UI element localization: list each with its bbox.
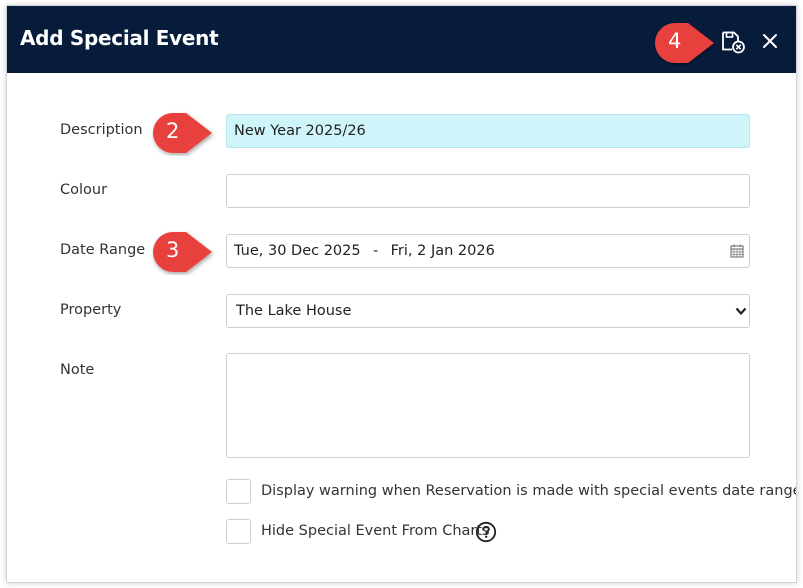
callout-marker-icon: [655, 23, 714, 63]
date-range-input[interactable]: Tue, 30 Dec 2025- Fri, 2 Jan 2026: [226, 234, 750, 268]
dialog-title: Add Special Event: [20, 26, 219, 50]
property-select[interactable]: The Lake House: [226, 294, 750, 328]
callout-3: 3: [148, 229, 216, 280]
property-label: Property: [60, 302, 122, 318]
display-warning-label: Display warning when Reservation is made…: [261, 483, 797, 499]
hide-from-charts-checkbox[interactable]: [226, 519, 251, 544]
add-special-event-dialog: Add Special Event Description Colour Dat…: [6, 5, 797, 583]
callout-marker-icon: [153, 113, 212, 153]
colour-input[interactable]: [226, 174, 750, 208]
callout-2-number: 2: [166, 119, 180, 143]
hide-from-charts-label: Hide Special Event From Charts: [261, 523, 490, 539]
callout-4: 4: [650, 20, 718, 71]
question-circle-icon[interactable]: [475, 521, 497, 543]
close-button[interactable]: [758, 28, 782, 54]
note-textarea[interactable]: [226, 353, 750, 458]
date-range-separator: -: [373, 243, 379, 259]
callout-2: 2: [148, 110, 216, 161]
close-icon: [763, 34, 777, 48]
date-range-end: Fri, 2 Jan 2026: [390, 243, 495, 259]
description-label: Description: [60, 122, 143, 138]
calendar-icon[interactable]: [730, 244, 744, 258]
save-button[interactable]: [720, 30, 746, 54]
callout-4-number: 4: [668, 29, 682, 53]
display-warning-checkbox[interactable]: [226, 479, 251, 504]
date-range-label: Date Range: [60, 242, 146, 258]
colour-label: Colour: [60, 182, 108, 198]
note-label: Note: [60, 362, 95, 378]
date-range-start: Tue, 30 Dec 2025: [234, 243, 361, 259]
description-input[interactable]: [226, 114, 750, 148]
callout-marker-icon: [153, 232, 212, 272]
save-calendar-icon: [722, 31, 745, 54]
callout-3-number: 3: [166, 238, 180, 262]
